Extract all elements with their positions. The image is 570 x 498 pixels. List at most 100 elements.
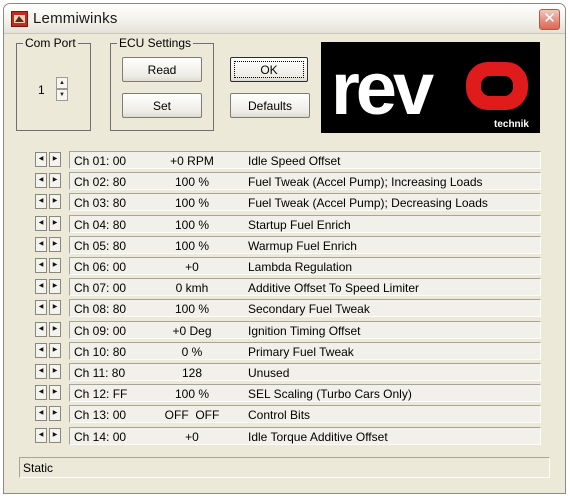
channel-value: 0 kmh <box>175 281 209 296</box>
close-icon[interactable]: ✕ <box>539 9 560 30</box>
channel-value: 0 % <box>181 344 203 359</box>
channel-id: Ch 01: 00 <box>74 154 127 168</box>
spin-up-icon[interactable]: ▲ <box>56 77 68 89</box>
channel-row-box: Ch 14: 00 +0 Idle Torque Additive Offset <box>69 426 541 445</box>
channel-description: Lambda Regulation <box>248 260 353 274</box>
channel-id: Ch 02: 80 <box>74 175 127 190</box>
channel-id: Ch 14: 00 <box>74 429 127 444</box>
channel-description: Additive Offset To Speed Limiter <box>248 281 419 296</box>
channel-id: Ch 06: 00 <box>74 260 127 274</box>
channel-row-box: Ch 05: 80 100 % Warmup Fuel Enrich <box>69 235 541 254</box>
channel-value: 100 % <box>174 196 210 211</box>
channel-row-box: Ch 01: 00 +0 RPM Idle Speed Offset <box>69 151 541 169</box>
channel-description: Ignition Timing Offset <box>248 323 361 338</box>
channel-row: ◀ ▶ Ch 05: 80 100 % Warmup Fuel Enrich <box>32 235 542 254</box>
decrement-arrow-icon[interactable]: ◀ <box>35 406 47 422</box>
channel-id: Ch 07: 00 <box>74 281 127 296</box>
channel-row-box: Ch 03: 80 100 % Fuel Tweak (Accel Pump); D… <box>69 193 541 212</box>
increment-arrow-icon[interactable]: ▶ <box>49 194 61 210</box>
channel-value: 100 % <box>174 175 210 190</box>
revo-technik-logo: rev technik <box>321 42 540 133</box>
channel-description: Idle Torque Additive Offset <box>248 429 388 444</box>
channel-row-box: Ch 04: 80 100 % Startup Fuel Enrich <box>69 214 541 233</box>
spin-down-icon[interactable]: ▼ <box>56 89 68 101</box>
channel-row-box: Ch 12: FF 100 % SEL Scaling (Turbo Cars On… <box>69 384 541 403</box>
decrement-arrow-icon[interactable]: ◀ <box>35 342 47 358</box>
decrement-arrow-icon[interactable]: ◀ <box>35 236 47 252</box>
channel-row-box: Ch 08: 80 100 % Secondary Fuel Tweak <box>69 299 541 318</box>
increment-arrow-icon[interactable]: ▶ <box>49 321 61 337</box>
channel-row: ◀ ▶ Ch 09: 00 +0 Deg Ignition Timing Offset <box>32 320 542 339</box>
increment-arrow-icon[interactable]: ▶ <box>49 427 61 443</box>
increment-arrow-icon[interactable]: ▶ <box>49 258 61 273</box>
logo-wordmark-rev: rev <box>331 47 434 130</box>
channel-row-box: Ch 10: 80 0 % Primary Fuel Tweak <box>69 341 541 360</box>
com-port-value: 1 <box>38 83 45 97</box>
channel-row-box: Ch 11: 80 128 Unused <box>69 363 541 381</box>
channel-id: Ch 04: 80 <box>74 217 127 232</box>
increment-arrow-icon[interactable]: ▶ <box>49 152 61 167</box>
channel-row: ◀ ▶ Ch 14: 00 +0 Idle Torque Additive Offset <box>32 426 542 445</box>
channel-row: ◀ ▶ Ch 02: 80 100 % Fuel Tweak (Accel Pump);… <box>32 172 542 191</box>
com-port-legend: Com Port <box>25 36 76 50</box>
decrement-arrow-icon[interactable]: ◀ <box>35 173 47 189</box>
channel-value: +0 <box>185 260 199 274</box>
increment-arrow-icon[interactable]: ▶ <box>49 173 61 189</box>
channel-row: ◀ ▶ Ch 08: 80 100 % Secondary Fuel Tweak <box>32 299 542 318</box>
channel-row-box: Ch 02: 80 100 % Fuel Tweak (Accel Pump); I… <box>69 172 541 191</box>
channel-id: Ch 12: FF <box>74 387 128 402</box>
decrement-arrow-icon[interactable]: ◀ <box>35 194 47 210</box>
channel-id: Ch 05: 80 <box>74 238 127 253</box>
decrement-arrow-icon[interactable]: ◀ <box>35 300 47 316</box>
decrement-arrow-icon[interactable]: ◀ <box>35 258 47 273</box>
status-bar: Static <box>19 457 550 478</box>
channel-id: Ch 11: 80 <box>74 366 126 380</box>
channel-value: OFF OFF <box>164 408 220 423</box>
channel-description: Fuel Tweak (Accel Pump); Decreasing Load… <box>248 196 488 211</box>
increment-arrow-icon[interactable]: ▶ <box>49 364 61 379</box>
channel-description: Unused <box>248 366 290 380</box>
increment-arrow-icon[interactable]: ▶ <box>49 279 61 295</box>
status-text: Static <box>23 461 54 475</box>
decrement-arrow-icon[interactable]: ◀ <box>35 427 47 443</box>
window-title: Lemmiwinks <box>33 10 118 27</box>
read-button[interactable]: Read <box>122 57 202 82</box>
channel-value: 100 % <box>174 217 210 232</box>
channel-row-box: Ch 07: 00 0 kmh Additive Offset To Speed L… <box>69 278 541 297</box>
channel-id: Ch 03: 80 <box>74 196 127 211</box>
channel-row: ◀ ▶ Ch 13: 00 OFF OFF Control Bits <box>32 405 542 424</box>
channel-id: Ch 09: 00 <box>74 323 127 338</box>
decrement-arrow-icon[interactable]: ◀ <box>35 215 47 231</box>
channel-row-box: Ch 13: 00 OFF OFF Control Bits <box>69 405 541 424</box>
channel-row: ◀ ▶ Ch 11: 80 128 Unused <box>32 363 542 381</box>
decrement-arrow-icon[interactable]: ◀ <box>35 385 47 401</box>
set-button[interactable]: Set <box>122 93 202 118</box>
decrement-arrow-icon[interactable]: ◀ <box>35 279 47 295</box>
channel-description: Warmup Fuel Enrich <box>248 238 357 253</box>
logo-subtext: technik <box>494 119 529 130</box>
ok-button[interactable]: OK <box>230 57 308 82</box>
increment-arrow-icon[interactable]: ▶ <box>49 342 61 358</box>
increment-arrow-icon[interactable]: ▶ <box>49 215 61 231</box>
channel-row: ◀ ▶ Ch 07: 00 0 kmh Additive Offset To Speed… <box>32 278 542 297</box>
defaults-button[interactable]: Defaults <box>230 93 310 118</box>
channel-value: +0 <box>185 429 199 444</box>
com-port-spinner[interactable]: ▲ ▼ <box>56 77 68 101</box>
increment-arrow-icon[interactable]: ▶ <box>49 385 61 401</box>
decrement-arrow-icon[interactable]: ◀ <box>35 321 47 337</box>
channel-description: Primary Fuel Tweak <box>248 344 354 359</box>
app-icon <box>11 11 28 27</box>
channel-description: Idle Speed Offset <box>248 154 341 168</box>
channel-value: 100 % <box>174 238 210 253</box>
decrement-arrow-icon[interactable]: ◀ <box>35 364 47 379</box>
increment-arrow-icon[interactable]: ▶ <box>49 300 61 316</box>
title-bar[interactable]: Lemmiwinks ✕ <box>4 4 565 34</box>
channel-description: Control Bits <box>248 408 311 423</box>
main-window: Lemmiwinks ✕ Com Port 1 ▲ ▼ ECU Settings… <box>3 3 566 494</box>
channel-value: 128 <box>181 366 203 380</box>
channel-id: Ch 13: 00 <box>74 408 127 423</box>
channel-row-box: Ch 09: 00 +0 Deg Ignition Timing Offset <box>69 320 541 339</box>
decrement-arrow-icon[interactable]: ◀ <box>35 152 47 167</box>
increment-arrow-icon[interactable]: ▶ <box>49 236 61 252</box>
increment-arrow-icon[interactable]: ▶ <box>49 406 61 422</box>
